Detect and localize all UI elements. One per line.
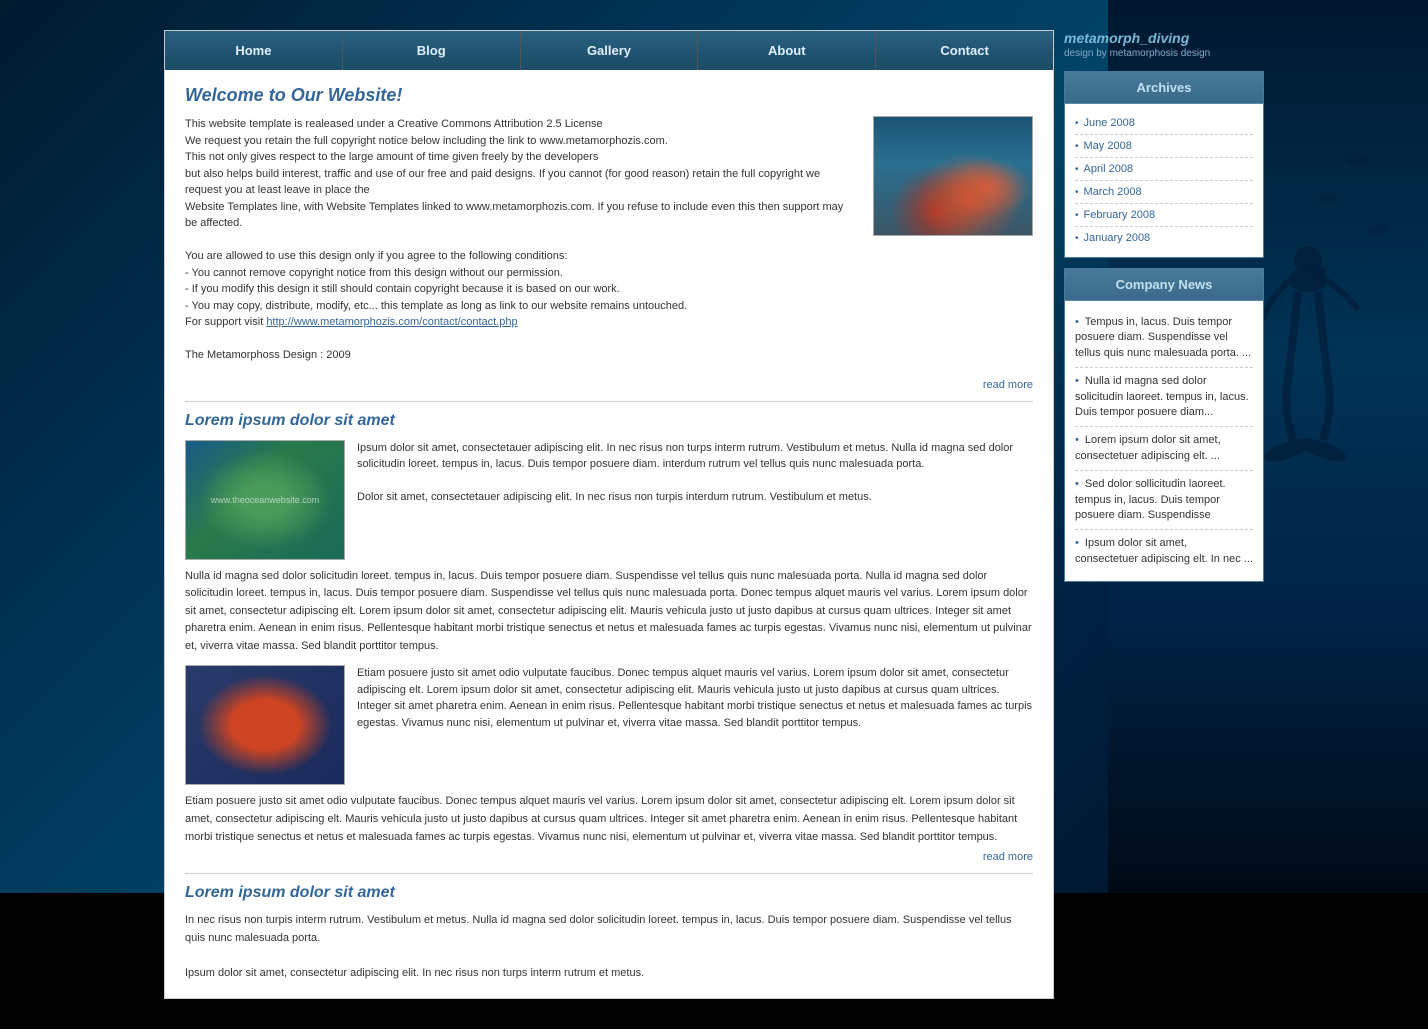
archives-title: Archives — [1065, 72, 1263, 104]
bullet-icon: • — [1075, 164, 1079, 175]
article1-intro-text2: Etiam posuere justo sit amet odio vulput… — [357, 665, 1033, 785]
welcome-copyright: The Metamorphoss Design : 2009 — [185, 347, 858, 364]
bullet-icon: • — [1075, 478, 1079, 490]
news-content: • Tempus in, lacus. Duis tempor posuere … — [1065, 301, 1263, 581]
site-tagline: design by metamorphosis design — [1064, 48, 1264, 59]
welcome-text: This website template is realeased under… — [185, 116, 858, 364]
welcome-p8: - If you modify this design it still sho… — [185, 281, 858, 298]
welcome-p6: You are allowed to use this design only … — [185, 248, 858, 265]
nav-contact[interactable]: Contact — [876, 31, 1053, 70]
article2-body: In nec risus non turpis interm rutrum. V… — [185, 912, 1033, 982]
article1-section: www.theoceanwebsite.com Ipsum dolor sit … — [185, 440, 1033, 560]
welcome-title: Welcome to Our Website! — [185, 85, 1033, 106]
bullet-icon: • — [1075, 233, 1079, 244]
nav-home[interactable]: Home — [165, 31, 343, 70]
archive-april2008[interactable]: • April 2008 — [1075, 158, 1253, 181]
archive-jan2008[interactable]: • January 2008 — [1075, 227, 1253, 249]
bullet-icon: • — [1075, 118, 1079, 129]
article1-image2 — [185, 665, 345, 785]
news-title: Company News — [1065, 269, 1263, 301]
nav-about[interactable]: About — [698, 31, 876, 70]
welcome-p10: For support visit http://www.metamorphoz… — [185, 314, 858, 331]
read-more-welcome[interactable]: read more — [185, 379, 1033, 391]
news-item-2: • Nulla id magna sed dolor solicitudin l… — [1075, 368, 1253, 427]
bullet-icon: • — [1075, 316, 1079, 328]
welcome-p4: but also helps build interest, traffic a… — [185, 166, 858, 199]
site-brand: metamorph_diving — [1064, 30, 1264, 46]
article1-body: Nulla id magna sed dolor solicitudin lor… — [185, 568, 1033, 656]
bullet-icon: • — [1075, 537, 1079, 549]
article1-section2: Etiam posuere justo sit amet odio vulput… — [185, 665, 1033, 785]
archive-may2008[interactable]: • May 2008 — [1075, 135, 1253, 158]
bullet-icon: • — [1075, 434, 1079, 446]
archives-widget: Archives • June 2008 • May 2008 • April … — [1064, 71, 1264, 258]
bullet-icon: • — [1075, 141, 1079, 152]
divider-2 — [185, 873, 1033, 874]
support-link[interactable]: http://www.metamorphozis.com/contact/con… — [266, 316, 517, 328]
article1-title: Lorem ipsum dolor sit amet — [185, 412, 1033, 430]
welcome-p3: This not only gives respect to the large… — [185, 149, 858, 166]
read-more-article1[interactable]: read more — [185, 851, 1033, 863]
welcome-p1: This website template is realeased under… — [185, 116, 858, 133]
news-item-1: • Tempus in, lacus. Duis tempor posuere … — [1075, 309, 1253, 368]
welcome-p7: - You cannot remove copyright notice fro… — [185, 265, 858, 282]
news-item-4: • Sed dolor sollicitudin laoreet. tempus… — [1075, 471, 1253, 530]
nav-blog[interactable]: Blog — [343, 31, 521, 70]
news-item-5: • Ipsum dolor sit amet, consectetuer adi… — [1075, 530, 1253, 573]
archive-june2008[interactable]: • June 2008 — [1075, 112, 1253, 135]
article1-body2: Etiam posuere justo sit amet odio vulput… — [185, 793, 1033, 846]
welcome-section: This website template is realeased under… — [185, 116, 1033, 364]
news-widget: Company News • Tempus in, lacus. Duis te… — [1064, 268, 1264, 582]
welcome-p9: - You may copy, distribute, modify, etc.… — [185, 298, 858, 315]
article2-title: Lorem ipsum dolor sit amet — [185, 884, 1033, 902]
divider-1 — [185, 401, 1033, 402]
news-item-3: • Lorem ipsum dolor sit amet, consectetu… — [1075, 427, 1253, 471]
article1-intro-text: Ipsum dolor sit amet, consectetauer adip… — [357, 440, 1033, 560]
welcome-p2: We request you retain the full copyright… — [185, 133, 858, 150]
bullet-icon: • — [1075, 375, 1079, 387]
archives-content: • June 2008 • May 2008 • April 2008 • Ma… — [1065, 104, 1263, 257]
article1-image: www.theoceanwebsite.com — [185, 440, 345, 560]
nav-gallery[interactable]: Gallery — [521, 31, 699, 70]
watermark: www.theoceanwebsite.com — [211, 495, 320, 505]
sidebar: metamorph_diving design by metamorphosis… — [1064, 30, 1264, 999]
bullet-icon: • — [1075, 210, 1079, 221]
welcome-image — [873, 116, 1033, 236]
welcome-p5: Website Templates line, with Website Tem… — [185, 199, 858, 232]
main-nav: Home Blog Gallery About Contact — [165, 31, 1053, 70]
archive-feb2008[interactable]: • February 2008 — [1075, 204, 1253, 227]
archive-march2008[interactable]: • March 2008 — [1075, 181, 1253, 204]
bullet-icon: • — [1075, 187, 1079, 198]
